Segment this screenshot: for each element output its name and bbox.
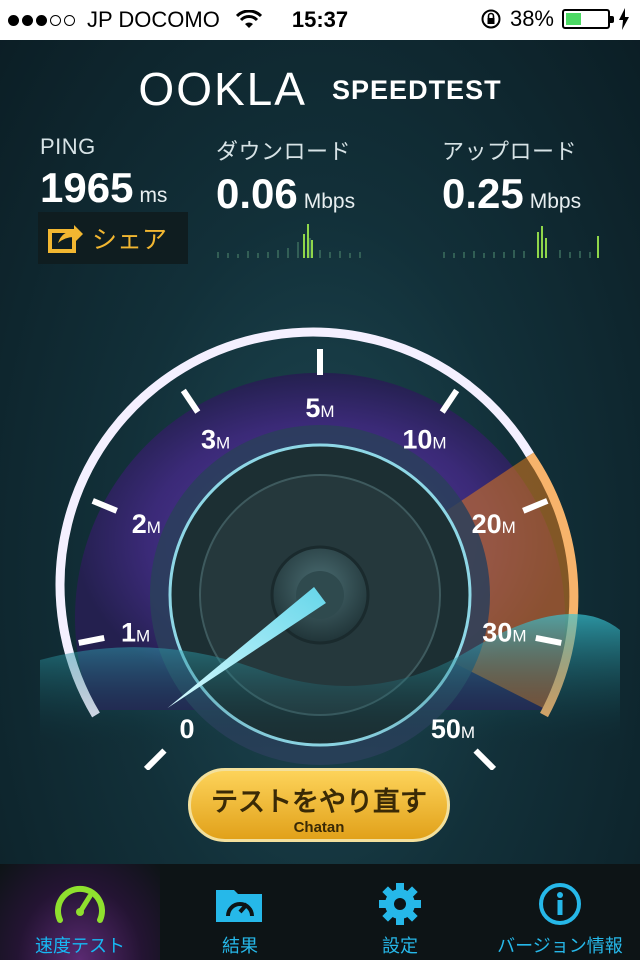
upload-unit: Mbps <box>529 190 582 213</box>
tab-settings[interactable]: 設定 <box>320 864 480 960</box>
upload-value: 0.25 <box>442 170 524 217</box>
speedtest-title: SPEEDTEST <box>332 75 502 105</box>
tab-label: 設定 <box>382 936 418 957</box>
retest-label: テストをやり直す <box>211 787 427 818</box>
ping-value: 1965 <box>40 164 134 211</box>
gauge-tick <box>143 748 167 770</box>
download-value: 0.06 <box>216 170 298 217</box>
tab-label: 結果 <box>222 936 258 957</box>
tab-bar: 速度テスト 結果 設定 バージョン情報 <box>0 864 640 960</box>
app-header: OOKLA SPEEDTEST <box>0 62 640 116</box>
tab-label: 速度テスト <box>35 936 125 957</box>
server-location: Chatan <box>293 819 345 836</box>
gear-icon <box>379 883 421 925</box>
tab-label: バージョン情報 <box>497 936 623 957</box>
upload-graph <box>443 226 599 258</box>
rotation-lock-icon <box>481 9 501 29</box>
info-icon <box>539 883 581 925</box>
tab-speed-test[interactable]: 速度テスト <box>0 864 160 960</box>
ookla-logo: OOKLA <box>138 63 307 115</box>
ping-unit: ms <box>139 184 168 207</box>
upload-stat: アップロード 0.25 Mbps <box>442 134 581 218</box>
charging-bolt-icon <box>619 8 629 30</box>
battery-percent: 38% <box>509 6 554 31</box>
gauge-tick <box>473 748 497 770</box>
ping-label: PING <box>40 134 96 159</box>
gauge-tick <box>439 388 460 414</box>
folder-gauge-icon <box>216 890 262 922</box>
share-label: シェア <box>92 225 168 254</box>
download-unit: Mbps <box>303 190 356 213</box>
status-bar: JP DOCOMO 15:37 38% <box>0 0 640 40</box>
download-stat: ダウンロード 0.06 Mbps <box>216 134 355 218</box>
download-label: ダウンロード <box>216 139 352 164</box>
share-button[interactable]: シェア <box>38 212 188 264</box>
upload-label: アップロード <box>442 139 578 164</box>
tab-results[interactable]: 結果 <box>160 864 320 960</box>
gauge-tick-label: 0 <box>180 714 195 744</box>
download-graph <box>217 224 361 258</box>
tab-version-info[interactable]: バージョン情報 <box>480 864 640 960</box>
share-icon <box>48 225 83 253</box>
gauge-tick <box>180 388 201 414</box>
speedometer-icon <box>55 885 105 923</box>
battery-icon <box>562 9 614 29</box>
speed-gauge: 01M2M3M5M10M20M30M50M <box>40 327 620 770</box>
retest-button[interactable]: テストをやり直す Chatan <box>188 768 450 842</box>
ping-stat: PING 1965 ms <box>40 134 167 212</box>
